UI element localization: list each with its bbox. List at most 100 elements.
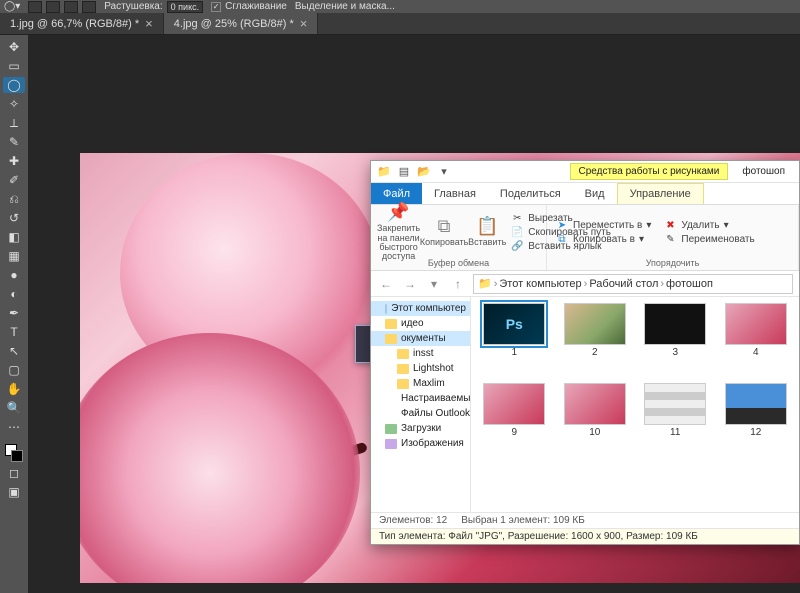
marquee-tool-icon[interactable]: ▭ (3, 58, 25, 74)
file-thumbnail[interactable]: 11 (638, 383, 713, 459)
address-bar-row: ← → ▾ ↑ 📁 › Этот компьютер › Рабочий сто… (371, 271, 799, 297)
zoom-tool-icon[interactable]: 🔍 (3, 400, 25, 416)
document-tab[interactable]: 4.jpg @ 25% (RGB/8#) * × (164, 13, 319, 34)
chevron-down-icon[interactable]: ▾ (435, 163, 453, 181)
file-thumbnail[interactable]: 12 (719, 383, 794, 459)
delete-icon: ✖ (663, 220, 677, 231)
gradient-tool-icon[interactable]: ▦ (3, 248, 25, 264)
ribbon: 📌Закрепить на панели быстрого доступа ⧉К… (371, 205, 799, 271)
folder-icon (397, 364, 409, 374)
quick-access-toolbar: 📁 ▤ 📂 ▾ (375, 163, 453, 181)
tab-home[interactable]: Главная (422, 183, 488, 204)
address-bar[interactable]: 📁 › Этот компьютер › Рабочий стол › фото… (473, 274, 793, 294)
tab-view[interactable]: Вид (573, 183, 617, 204)
hand-tool-icon[interactable]: ✋ (3, 381, 25, 397)
heal-tool-icon[interactable]: ✚ (3, 153, 25, 169)
wand-tool-icon[interactable]: ✧ (3, 96, 25, 112)
tree-item[interactable]: insst (371, 346, 470, 361)
color-swatch[interactable] (5, 444, 23, 462)
copy-to-button[interactable]: ⧉Копировать в ▾ (553, 233, 653, 246)
thumbnail-caption: 3 (672, 347, 678, 358)
file-thumbnail[interactable]: 9 (477, 383, 552, 459)
delete-button[interactable]: ✖Удалить ▾ (661, 219, 756, 232)
shape-tool-icon[interactable]: ▢ (3, 362, 25, 378)
tree-item[interactable]: Maxlim (371, 376, 470, 391)
forward-button[interactable]: → (401, 275, 419, 293)
tab-manage[interactable]: Управление (617, 183, 704, 204)
eyedropper-tool-icon[interactable]: ✎ (3, 134, 25, 150)
quickmask-icon[interactable]: ◻ (3, 465, 25, 481)
tree-downloads[interactable]: Загрузки (371, 421, 470, 436)
organize-group-label: Упорядочить (553, 258, 792, 268)
eraser-tool-icon[interactable]: ◧ (3, 229, 25, 245)
tree-item[interactable]: Настраиваемые (371, 391, 470, 406)
move-tool-icon[interactable]: ✥ (3, 39, 25, 55)
picture-tools-context-tab[interactable]: Средства работы с рисунками (570, 163, 729, 180)
tab-share[interactable]: Поделиться (488, 183, 573, 204)
more-tools-icon[interactable]: ⋯ (3, 419, 25, 435)
selection-info: Выбран 1 элемент: 109 КБ (461, 515, 585, 526)
thumbnail-image (644, 383, 706, 425)
select-and-mask-button[interactable]: Выделение и маска... (295, 1, 395, 12)
folder-icon (385, 319, 397, 329)
tree-documents[interactable]: окументы (371, 331, 470, 346)
pin-button[interactable]: 📌Закрепить на панели быстрого доступа (377, 209, 420, 257)
path-tool-icon[interactable]: ↖ (3, 343, 25, 359)
up-button[interactable]: ↑ (449, 275, 467, 293)
thumbnail-caption: 11 (670, 427, 680, 438)
screenmode-icon[interactable]: ▣ (3, 484, 25, 500)
new-folder-icon[interactable]: 📂 (415, 163, 433, 181)
tree-item[interactable]: Lightshot (371, 361, 470, 376)
brush-tool-icon[interactable]: ✐ (3, 172, 25, 188)
tree-videos[interactable]: идео (371, 316, 470, 331)
crop-tool-icon[interactable]: ⟂ (3, 115, 25, 131)
thumbnail-caption: 9 (511, 427, 517, 438)
breadcrumb[interactable]: Рабочий стол (589, 278, 658, 290)
explorer-titlebar[interactable]: 📁 ▤ 📂 ▾ Средства работы с рисунками фото… (371, 161, 799, 183)
copy-to-icon: ⧉ (555, 234, 569, 245)
rename-button[interactable]: ✎Переименовать (661, 233, 756, 246)
window-title: фотошоп (732, 164, 795, 179)
history-dropdown[interactable]: ▾ (425, 275, 443, 293)
blur-tool-icon[interactable]: ● (3, 267, 25, 283)
stamp-tool-icon[interactable]: ⎌ (3, 191, 25, 207)
tree-item[interactable]: Файлы Outlook (371, 406, 470, 421)
pen-tool-icon[interactable]: ✒ (3, 305, 25, 321)
file-thumbnail[interactable]: 3 (638, 303, 713, 379)
feather-input[interactable]: 0 пикс. (167, 1, 203, 13)
history-brush-icon[interactable]: ↺ (3, 210, 25, 226)
ps-tools-panel: ✥ ▭ ◯ ✧ ⟂ ✎ ✚ ✐ ⎌ ↺ ◧ ▦ ● ◐ ✒ T ↖ ▢ ✋ 🔍 … (0, 35, 28, 593)
item-count: Элементов: 12 (379, 515, 447, 526)
tree-this-pc[interactable]: Этот компьютер (371, 301, 470, 316)
file-tooltip: Тип элемента: Файл "JPG", Разрешение: 16… (371, 528, 799, 544)
lasso-tool-icon[interactable]: ◯ (3, 77, 25, 93)
move-to-button[interactable]: ➤Переместить в ▾ (553, 219, 653, 232)
file-thumbnail[interactable]: 4 (719, 303, 794, 379)
thumbnail-caption: 12 (750, 427, 761, 438)
dodge-tool-icon[interactable]: ◐ (3, 286, 25, 302)
thumbnail-caption: 2 (592, 347, 598, 358)
file-thumbnail[interactable]: Ps1 (477, 303, 552, 379)
status-bar: Элементов: 12 Выбран 1 элемент: 109 КБ (371, 512, 799, 528)
breadcrumb[interactable]: фотошоп (666, 278, 713, 290)
smoothing-checkbox[interactable]: ✓ (211, 2, 221, 12)
back-button[interactable]: ← (377, 275, 395, 293)
explorer-body: Этот компьютер идео окументы insst Light… (371, 297, 799, 512)
file-thumbnail[interactable]: 10 (558, 383, 633, 459)
file-grid[interactable]: Ps1 2 3 4 9 10 11 12 (471, 297, 799, 512)
close-icon[interactable]: × (145, 17, 153, 30)
close-icon[interactable]: × (300, 17, 308, 30)
breadcrumb[interactable]: Этот компьютер (499, 278, 581, 290)
folder-icon (385, 334, 397, 344)
properties-icon[interactable]: ▤ (395, 163, 413, 181)
paste-button[interactable]: 📋Вставить (468, 209, 506, 257)
file-thumbnail[interactable]: 2 (558, 303, 633, 379)
tab-file[interactable]: Файл (371, 183, 422, 204)
copy-button[interactable]: ⧉Копировать (422, 209, 466, 257)
tree-images[interactable]: Изображения (371, 436, 470, 451)
type-tool-icon[interactable]: T (3, 324, 25, 340)
navigation-tree[interactable]: Этот компьютер идео окументы insst Light… (371, 297, 471, 512)
folder-icon[interactable]: 📁 (375, 163, 393, 181)
document-tab[interactable]: 1.jpg @ 66,7% (RGB/8#) * × (0, 13, 164, 34)
selection-mode[interactable] (28, 1, 96, 13)
